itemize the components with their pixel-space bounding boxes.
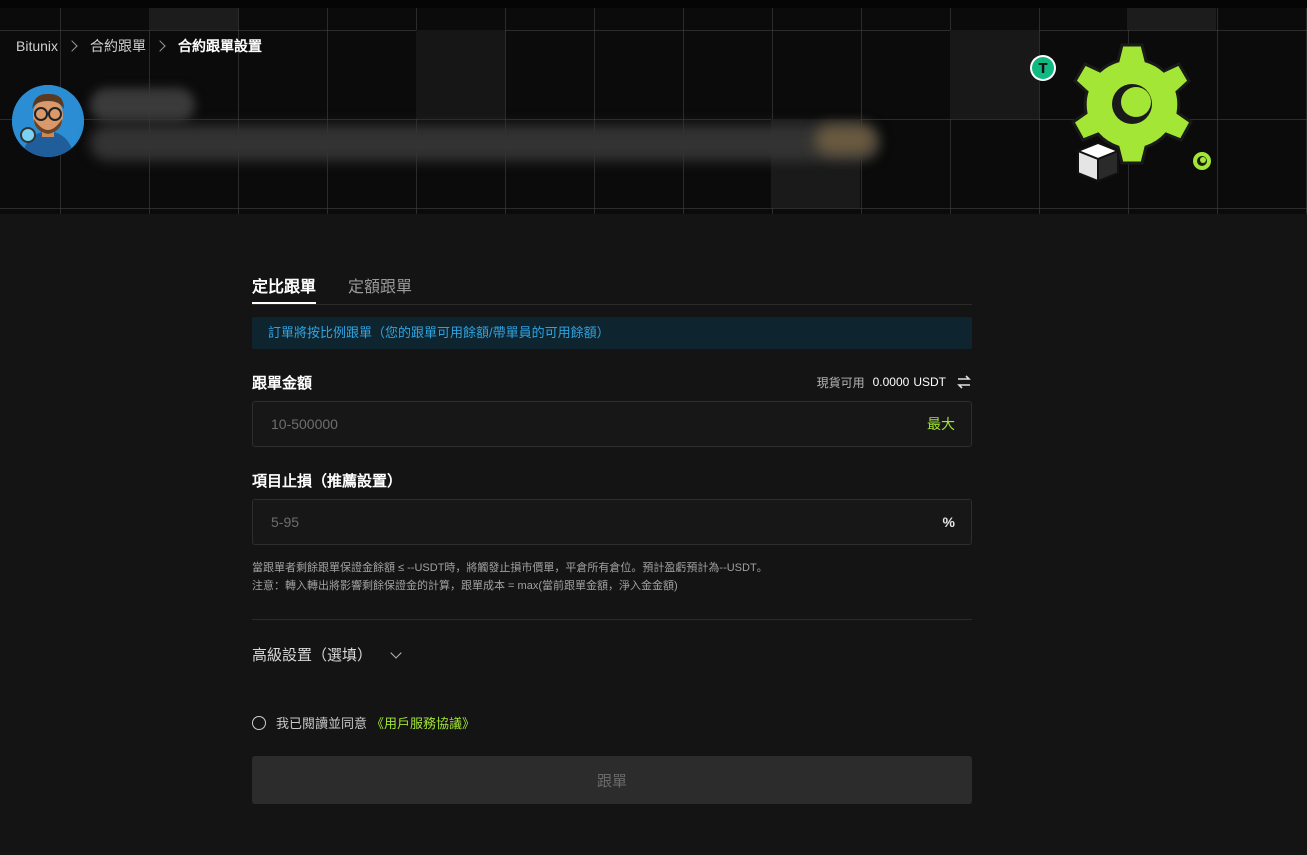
chevron-right-icon xyxy=(154,40,166,52)
header-banner: Bitunix 合約跟單 合約跟單設置 T xyxy=(0,0,1307,214)
balance-unit: USDT xyxy=(913,375,946,389)
agreement-row: 我已閱讀並同意 《用戶服務協議》 xyxy=(252,713,972,732)
advanced-settings-toggle[interactable]: 高級設置（選填） xyxy=(252,644,972,665)
trader-name-blurred xyxy=(90,88,195,122)
balance-label: 現貨可用 xyxy=(816,375,865,390)
trader-avatar xyxy=(12,85,84,157)
breadcrumb-home[interactable]: Bitunix xyxy=(16,38,58,54)
copy-trade-button[interactable]: 跟單 xyxy=(252,756,972,804)
grid-tile xyxy=(1127,8,1216,30)
gear-illustration-icon: T xyxy=(1030,43,1211,183)
stop-loss-input[interactable] xyxy=(269,513,833,531)
trader-description-blurred xyxy=(90,125,880,161)
top-strip xyxy=(0,0,1307,8)
amount-input-box: 最大 xyxy=(252,401,972,447)
chevron-right-icon xyxy=(66,40,78,52)
breadcrumb-copy-trading[interactable]: 合約跟單 xyxy=(90,36,146,56)
max-button[interactable]: 最大 xyxy=(927,414,955,434)
breadcrumb: Bitunix 合約跟單 合約跟單設置 xyxy=(16,36,262,56)
transfer-note-line: 注意：轉入轉出將影響剩餘保證金的計算，跟單成本 = max(當前跟單金額，淨入金… xyxy=(252,580,678,592)
info-banner: 訂單將按比例跟單（您的跟單可用餘額/帶單員的可用餘額） xyxy=(252,317,972,349)
tab-ratio-copy[interactable]: 定比跟單 xyxy=(252,260,317,304)
percent-unit: % xyxy=(942,514,955,530)
agreement-text: 我已閱讀並同意 xyxy=(276,716,368,731)
stop-loss-notes: 當跟單者剩餘跟單保證金餘額 ≤ --USDT時，將觸發止損市價單，平倉所有倉位。… xyxy=(252,559,972,595)
advanced-settings-label: 高級設置（選填） xyxy=(252,647,373,664)
agreement-radio[interactable] xyxy=(252,715,266,730)
transfer-icon[interactable] xyxy=(956,375,972,389)
stop-loss-header: 項目止損（推薦設置） xyxy=(252,469,972,491)
spot-balance: 現貨可用 0.0000 USDT xyxy=(817,374,972,391)
breadcrumb-current: 合約跟單設置 xyxy=(178,38,263,54)
grid-tile xyxy=(416,30,505,119)
stop-loss-note-line: 當跟單者剩餘跟單保證金餘額 ≤ --USDT時，將觸發止損市價單，平倉所有倉位。… xyxy=(252,562,768,574)
amount-label: 跟單金額 xyxy=(252,374,313,392)
divider xyxy=(252,619,972,620)
copy-settings-form: 定比跟單 定額跟單 訂單將按比例跟單（您的跟單可用餘額/帶單員的可用餘額） 跟單… xyxy=(252,260,972,804)
user-agreement-link[interactable]: 《用戶服務協議》 xyxy=(371,713,475,732)
balance-value: 0.0000 xyxy=(872,375,910,389)
tab-fixed-amount-copy[interactable]: 定額跟單 xyxy=(348,260,412,304)
stop-loss-input-box: % xyxy=(252,499,972,545)
mode-tabs: 定比跟單 定額跟單 xyxy=(252,260,972,305)
chevron-down-icon xyxy=(390,646,402,659)
amount-input[interactable] xyxy=(269,415,833,433)
svg-text:T: T xyxy=(1039,62,1048,77)
trader-badge-blurred xyxy=(815,125,875,155)
stop-loss-label: 項目止損（推薦設置） xyxy=(252,472,403,490)
grid-tile xyxy=(149,8,238,30)
amount-header: 跟單金額 現貨可用 0.0000 USDT xyxy=(252,371,972,393)
